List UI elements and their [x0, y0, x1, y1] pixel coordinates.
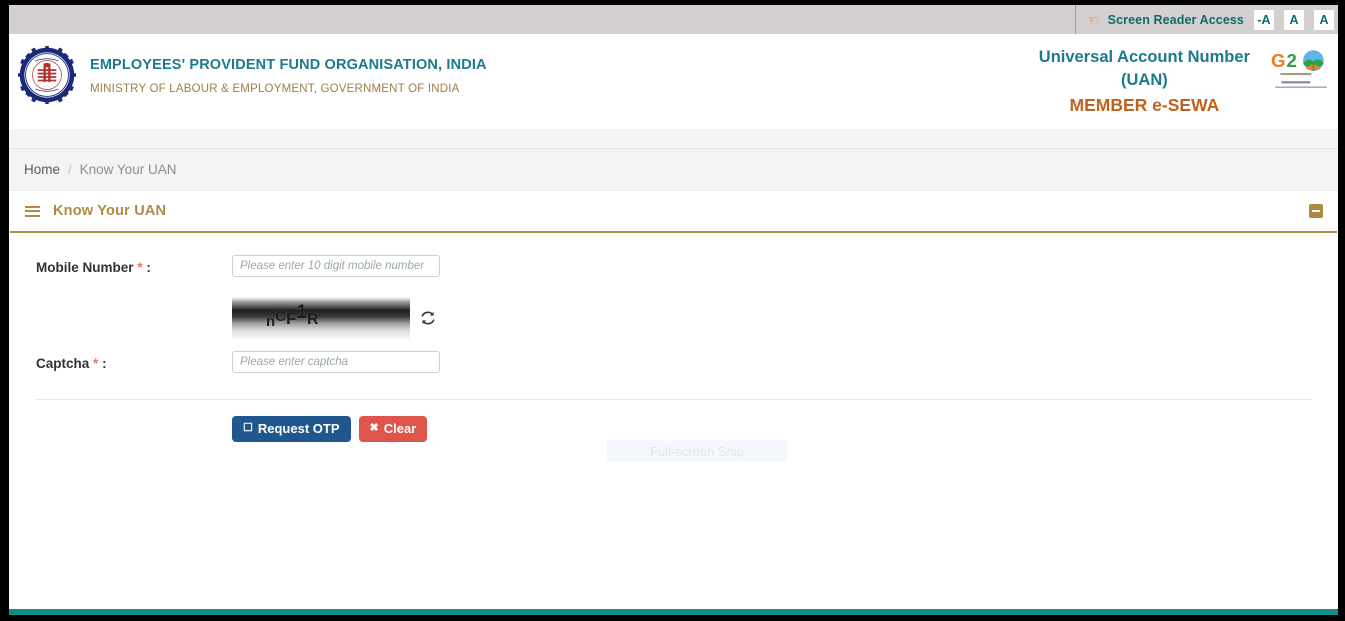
org-text-block: EMPLOYEES' PROVIDENT FUND ORGANISATION, …	[76, 46, 487, 95]
screen-reader-access-link[interactable]: Screen Reader Access	[1108, 13, 1244, 27]
breadcrumb: Home / Know Your UAN	[9, 149, 1338, 191]
fullscreen-snip-overlay: Full-screen Snip	[607, 440, 787, 462]
request-otp-label: Request OTP	[257, 421, 340, 436]
request-otp-button[interactable]: ☐ Request OTP	[232, 416, 351, 442]
captcha-input[interactable]	[232, 351, 440, 373]
mobile-number-input[interactable]	[232, 255, 440, 277]
key-icon: ☐	[243, 422, 253, 434]
captcha-required-mark: *	[93, 356, 99, 371]
captcha-image-row: nCF1R	[10, 297, 1337, 339]
page-content: Full-screen Snip Know Your UAN Mobile Nu…	[9, 191, 1338, 462]
g20-india-logo: G 2	[1270, 48, 1332, 103]
mobile-number-field-wrap	[232, 255, 1337, 277]
font-size-increase-button[interactable]: A	[1314, 9, 1334, 30]
panel-title: Know Your UAN	[53, 203, 167, 219]
hamburger-menu-icon[interactable]	[25, 205, 40, 217]
clear-label: Clear	[383, 421, 417, 436]
font-size-normal-button[interactable]: A	[1284, 9, 1304, 30]
accessibility-topbar: ☞ Screen Reader Access -A A A	[9, 5, 1338, 34]
ministry-subtitle: MINISTRY OF LABOUR & EMPLOYMENT, GOVERNM…	[90, 83, 460, 95]
mobile-required-mark: *	[137, 260, 143, 275]
topbar-divider	[1075, 5, 1077, 34]
breadcrumb-home-link[interactable]: Home	[24, 162, 60, 177]
captcha-char-5: R	[306, 311, 319, 328]
form-actions: ☐ Request OTP ✖ Clear	[10, 400, 1337, 442]
captcha-char-2: C	[275, 308, 287, 325]
header-right-block: Universal Account Number (UAN) MEMBER e-…	[1039, 34, 1338, 118]
captcha-char-1: n	[266, 313, 276, 330]
font-size-decrease-button[interactable]: -A	[1254, 9, 1274, 30]
captcha-image-text: nCF1R	[266, 302, 319, 330]
page-viewport: ☞ Screen Reader Access -A A A EMPLOYEES'…	[9, 5, 1338, 615]
mobile-number-row: Mobile Number * :	[10, 255, 1337, 289]
times-icon: ✖	[369, 422, 379, 434]
captcha-label: Captcha * :	[36, 351, 232, 371]
accessibility-controls: ☞ Screen Reader Access -A A A	[1075, 5, 1338, 34]
breadcrumb-current: Know Your UAN	[79, 162, 177, 177]
header-branding: EMPLOYEES' PROVIDENT FUND ORGANISATION, …	[9, 34, 487, 104]
clear-button[interactable]: ✖ Clear	[358, 416, 428, 442]
organisation-title: EMPLOYEES' PROVIDENT FUND ORGANISATION, …	[90, 57, 487, 73]
footer-accent-bar	[9, 609, 1338, 615]
captcha-char-4: 1	[296, 302, 307, 323]
captcha-char-3: F	[286, 309, 297, 328]
svg-text:G: G	[1271, 50, 1285, 71]
captcha-field-wrap	[232, 351, 1337, 373]
browser-frame: ☞ Screen Reader Access -A A A EMPLOYEES'…	[0, 0, 1345, 621]
breadcrumb-separator: /	[68, 162, 72, 177]
panel-header: Know Your UAN	[10, 191, 1337, 233]
mobile-label-colon: :	[146, 260, 151, 275]
know-your-uan-form: Mobile Number * : Please enter 10 digit …	[10, 233, 1337, 442]
uan-title-line1: Universal Account Number	[1038, 48, 1250, 66]
captcha-image-spacer	[36, 297, 232, 302]
pointing-hand-icon: ☞	[1086, 11, 1099, 28]
refresh-icon[interactable]	[420, 310, 436, 326]
mobile-number-label-text: Mobile Number	[36, 260, 134, 275]
captcha-input-row: Captcha * :	[10, 351, 1337, 385]
captcha-label-colon: :	[102, 356, 107, 371]
mobile-number-label: Mobile Number * :	[36, 255, 232, 275]
member-esewa-title: MEMBER e-SEWA	[1069, 95, 1220, 115]
nav-strip	[9, 129, 1338, 149]
know-your-uan-panel: Know Your UAN Mobile Number * : Please e…	[10, 191, 1337, 442]
captcha-image-field-wrap: nCF1R	[232, 297, 1337, 339]
uan-title-block: Universal Account Number (UAN) MEMBER e-…	[1039, 42, 1250, 118]
minus-collapse-icon[interactable]	[1309, 204, 1323, 218]
epfo-emblem-icon	[18, 46, 76, 104]
site-header: EMPLOYEES' PROVIDENT FUND ORGANISATION, …	[9, 34, 1338, 129]
captcha-image: nCF1R	[232, 297, 410, 339]
captcha-display-group: nCF1R	[232, 297, 1337, 339]
captcha-label-text: Captcha	[36, 356, 90, 371]
svg-text:2: 2	[1287, 50, 1297, 71]
uan-title-line2: (UAN)	[1121, 71, 1168, 89]
